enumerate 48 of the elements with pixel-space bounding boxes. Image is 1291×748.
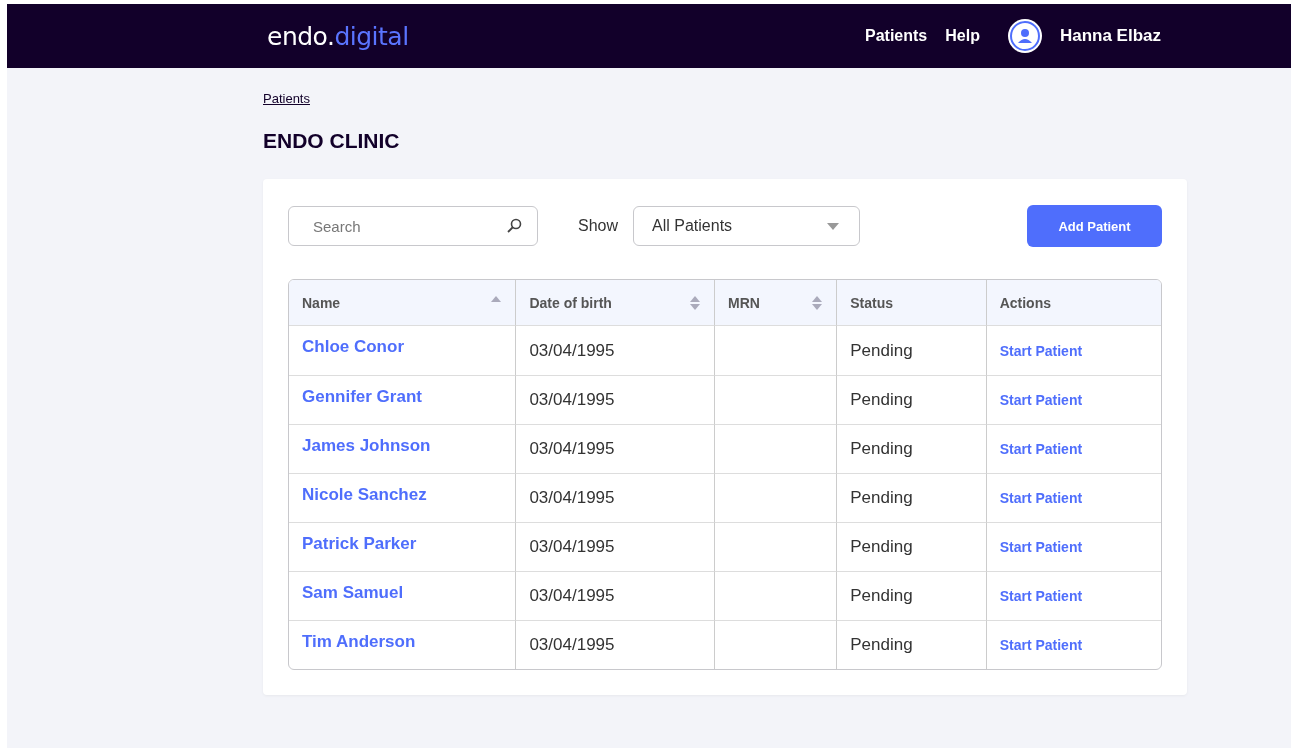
table-cell: Pending [850, 439, 913, 458]
start-patient-link[interactable]: Start Patient [999, 539, 1083, 555]
user-icon [1009, 21, 1040, 51]
search-icon [506, 218, 522, 234]
table-cell: Pending [850, 635, 913, 654]
user-avatar[interactable] [1007, 19, 1042, 53]
table-cell: 03/04/1995 [529, 537, 615, 556]
logo-text: endo. [267, 21, 335, 51]
nav-link[interactable]: Patients [865, 27, 928, 45]
search-field[interactable]: Search [288, 206, 538, 246]
patient-name-link[interactable]: Nicole Sanchez [302, 485, 427, 504]
breadcrumb-link[interactable]: Patients [263, 91, 310, 106]
logo-text: digital [334, 21, 409, 51]
start-patient-link[interactable]: Start Patient [999, 441, 1083, 457]
table-cell: 03/04/1995 [529, 340, 615, 360]
filter-dropdown[interactable]: All Patients [633, 206, 861, 246]
patient-name-link[interactable]: Sam Samuel [302, 583, 404, 602]
filter-label: Show [578, 217, 619, 235]
table-cell: Pending [850, 390, 913, 409]
start-patient-link[interactable]: Start Patient [999, 342, 1083, 359]
patient-name-link[interactable]: Gennifer Grant [302, 387, 422, 406]
table-cell: Pending [850, 488, 913, 507]
page-title: ENDO CLINIC [263, 129, 401, 153]
start-patient-link[interactable]: Start Patient [999, 392, 1083, 408]
table-cell: Pending [850, 340, 913, 360]
column-header: Actions [985, 280, 1161, 326]
table-cell: 03/04/1995 [529, 390, 615, 409]
column-header[interactable]: MRN [714, 280, 837, 326]
table-cell: 03/04/1995 [529, 439, 615, 458]
table-cell: 03/04/1995 [529, 586, 615, 605]
add-patient-button[interactable]: Add Patient [1027, 205, 1162, 247]
table-cell: Pending [850, 586, 913, 605]
patient-name-link[interactable]: Chloe Conor [302, 337, 404, 356]
patient-name-link[interactable]: Tim Anderson [302, 632, 416, 651]
nav-link[interactable]: Help [945, 27, 980, 45]
column-header: Status [836, 280, 986, 326]
caret-icon [827, 222, 840, 230]
table-cell: Pending [850, 537, 913, 556]
column-header[interactable]: Date of birth [515, 280, 715, 326]
start-patient-link[interactable]: Start Patient [999, 637, 1083, 653]
table-cell: 03/04/1995 [529, 488, 615, 507]
patient-name-link[interactable]: James Johnson [302, 436, 431, 455]
column-header[interactable]: Name [289, 280, 516, 326]
patient-name-link[interactable]: Patrick Parker [302, 534, 417, 553]
user-name[interactable]: Hanna Elbaz [1059, 26, 1161, 46]
table-cell: 03/04/1995 [529, 635, 615, 654]
start-patient-link[interactable]: Start Patient [999, 490, 1083, 506]
start-patient-link[interactable]: Start Patient [999, 588, 1083, 604]
